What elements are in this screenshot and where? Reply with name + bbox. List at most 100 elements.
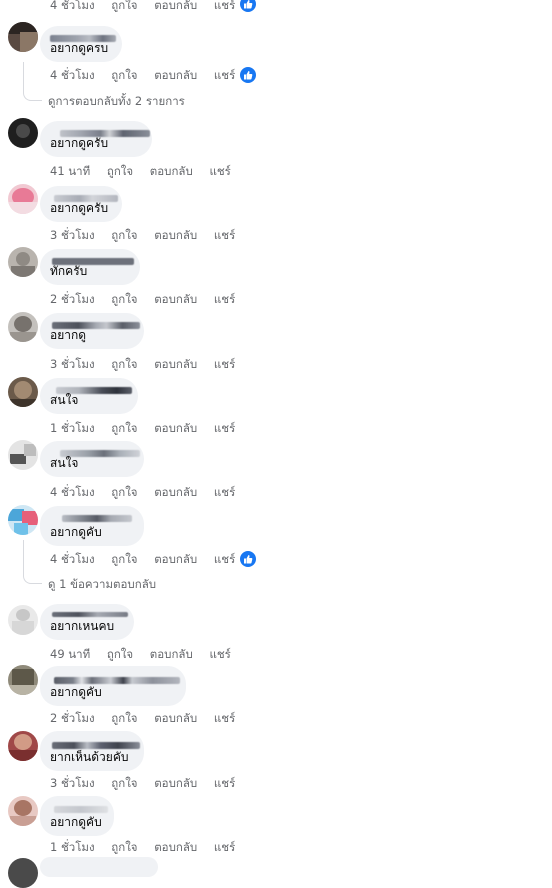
comment-timestamp[interactable]: 4 ชั่วโมง — [50, 68, 95, 82]
avatar[interactable] — [8, 505, 38, 535]
like-action[interactable]: ถูกใจ — [107, 164, 133, 178]
like-action[interactable]: ถูกใจ — [111, 357, 137, 371]
comment-timestamp[interactable]: 3 ชั่วโมง — [50, 228, 95, 242]
reply-action[interactable]: ตอบกลับ — [154, 0, 197, 12]
like-action[interactable]: ถูกใจ — [111, 711, 137, 725]
comment-actions: 3 ชั่วโมง ถูกใจ ตอบกลับ แชร์ — [50, 776, 248, 790]
reply-action[interactable]: ตอบกลับ — [154, 357, 197, 371]
share-action[interactable]: แชร์ — [214, 840, 235, 854]
comment-timestamp[interactable]: 3 ชั่วโมง — [50, 776, 95, 790]
comment-timestamp[interactable]: 1 ชั่วโมง — [50, 840, 95, 854]
avatar[interactable] — [8, 731, 38, 761]
comment-bubble: อยากดูครบ — [40, 26, 122, 62]
share-action[interactable]: แชร์ — [214, 485, 235, 499]
reaction-badge[interactable] — [240, 0, 256, 12]
avatar[interactable] — [8, 184, 38, 214]
like-action[interactable]: ถูกใจ — [111, 840, 137, 854]
avatar[interactable] — [8, 247, 38, 277]
reply-action[interactable]: ตอบกลับ — [154, 485, 197, 499]
reply-action[interactable]: ตอบกลับ — [150, 647, 193, 661]
comment-text: อยากดูครับ — [50, 136, 109, 150]
avatar[interactable] — [8, 118, 38, 148]
share-action[interactable]: แชร์ — [214, 292, 235, 306]
share-action[interactable]: แชร์ — [214, 552, 235, 566]
share-action[interactable]: แชร์ — [214, 357, 235, 371]
share-action[interactable]: แชร์ — [214, 421, 235, 435]
reply-action[interactable]: ตอบกลับ — [154, 228, 197, 242]
like-action[interactable]: ถูกใจ — [111, 68, 137, 82]
like-action[interactable]: ถูกใจ — [107, 647, 133, 661]
comment-text: อยากดู — [50, 328, 87, 342]
blurred-author-name[interactable] — [52, 742, 140, 749]
comment-bubble: อยากดูคับ — [40, 666, 186, 706]
reply-action[interactable]: ตอบกลับ — [154, 292, 197, 306]
avatar[interactable] — [8, 440, 38, 470]
share-action[interactable]: แชร์ — [214, 776, 235, 790]
share-action[interactable]: แชร์ — [214, 0, 235, 12]
share-action[interactable]: แชร์ — [214, 228, 235, 242]
comment-actions: 49 นาที ถูกใจ ตอบกลับ แชร์ — [50, 647, 244, 661]
comment-timestamp[interactable]: 3 ชั่วโมง — [50, 357, 95, 371]
comment-text: อยากดูคับ — [50, 525, 102, 539]
comment-actions: 4 ชั่วโมง ถูกใจ ตอบกลับ แชร์ — [50, 68, 248, 82]
reply-thread-line — [23, 62, 42, 101]
like-action[interactable]: ถูกใจ — [111, 0, 137, 12]
like-action[interactable]: ถูกใจ — [111, 776, 137, 790]
avatar[interactable] — [8, 312, 38, 342]
avatar[interactable] — [8, 377, 38, 407]
reply-action[interactable]: ตอบกลับ — [154, 68, 197, 82]
like-action[interactable]: ถูกใจ — [111, 292, 137, 306]
avatar[interactable] — [8, 605, 38, 635]
share-action[interactable]: แชร์ — [214, 68, 235, 82]
avatar[interactable] — [8, 665, 38, 695]
like-action[interactable]: ถูกใจ — [111, 552, 137, 566]
reply-action[interactable]: ตอบกลับ — [154, 776, 197, 790]
view-replies-link[interactable]: ดูการตอบกลับทั้ง 2 รายการ — [48, 94, 185, 108]
comment-actions: 1 ชั่วโมง ถูกใจ ตอบกลับ แชร์ — [50, 840, 248, 854]
comment-text: อยากเหนคบ — [50, 619, 115, 633]
comment-actions: 4 ชั่วโมง ถูกใจ ตอบกลับ แชร์ — [50, 0, 248, 12]
comment-timestamp[interactable]: 4 ชั่วโมง — [50, 485, 95, 499]
share-action[interactable]: แชร์ — [209, 164, 230, 178]
reply-action[interactable]: ตอบกลับ — [154, 840, 197, 854]
comment-timestamp[interactable]: 41 นาที — [50, 164, 90, 178]
reply-thread-line — [23, 540, 42, 584]
blurred-author-name[interactable] — [62, 515, 132, 522]
comment-timestamp[interactable]: 2 ชั่วโมง — [50, 711, 95, 725]
reaction-badge[interactable] — [240, 67, 256, 83]
reply-action[interactable]: ตอบกลับ — [154, 552, 197, 566]
view-replies-link[interactable]: ดู 1 ข้อความตอบกลับ — [48, 577, 156, 591]
like-action[interactable]: ถูกใจ — [111, 228, 137, 242]
like-action[interactable]: ถูกใจ — [111, 485, 137, 499]
comment-text: อยากดูคับ — [50, 685, 102, 699]
blurred-author-name[interactable] — [54, 677, 180, 684]
comment-bubble: อยากเหนคบ — [40, 604, 134, 640]
avatar[interactable] — [8, 858, 38, 888]
comment-bubble: ทักครับ — [40, 249, 140, 285]
comment-text: อยากดูคับ — [50, 815, 102, 829]
comment-timestamp[interactable]: 4 ชั่วโมง — [50, 0, 95, 12]
comment-timestamp[interactable]: 2 ชั่วโมง — [50, 292, 95, 306]
avatar[interactable] — [8, 796, 38, 826]
reply-action[interactable]: ตอบกลับ — [154, 421, 197, 435]
comment-timestamp[interactable]: 49 นาที — [50, 647, 90, 661]
comment-text: อยากดูครบ — [50, 41, 109, 55]
blurred-author-name[interactable] — [54, 806, 108, 813]
share-action[interactable]: แชร์ — [209, 647, 230, 661]
comment-timestamp[interactable]: 4 ชั่วโมง — [50, 552, 95, 566]
comment-bubble: อยากดูคับ — [40, 796, 114, 836]
reply-action[interactable]: ตอบกลับ — [150, 164, 193, 178]
reply-action[interactable]: ตอบกลับ — [154, 711, 197, 725]
share-action[interactable]: แชร์ — [214, 711, 235, 725]
avatar[interactable] — [8, 22, 38, 52]
comment-actions: 1 ชั่วโมง ถูกใจ ตอบกลับ แชร์ — [50, 421, 248, 435]
like-action[interactable]: ถูกใจ — [111, 421, 137, 435]
comment-actions: 4 ชั่วโมง ถูกใจ ตอบกลับ แชร์ — [50, 552, 248, 566]
comment-bubble: สนใจ — [40, 378, 138, 414]
blurred-author-name[interactable] — [52, 612, 128, 617]
reaction-badge[interactable] — [240, 551, 256, 567]
comment-bubble: อยากดูครับ — [40, 121, 152, 157]
comment-text: สนใจ — [50, 393, 79, 407]
comment-timestamp[interactable]: 1 ชั่วโมง — [50, 421, 95, 435]
comment-text: ยากเห็นด้วยคับ — [50, 750, 129, 764]
